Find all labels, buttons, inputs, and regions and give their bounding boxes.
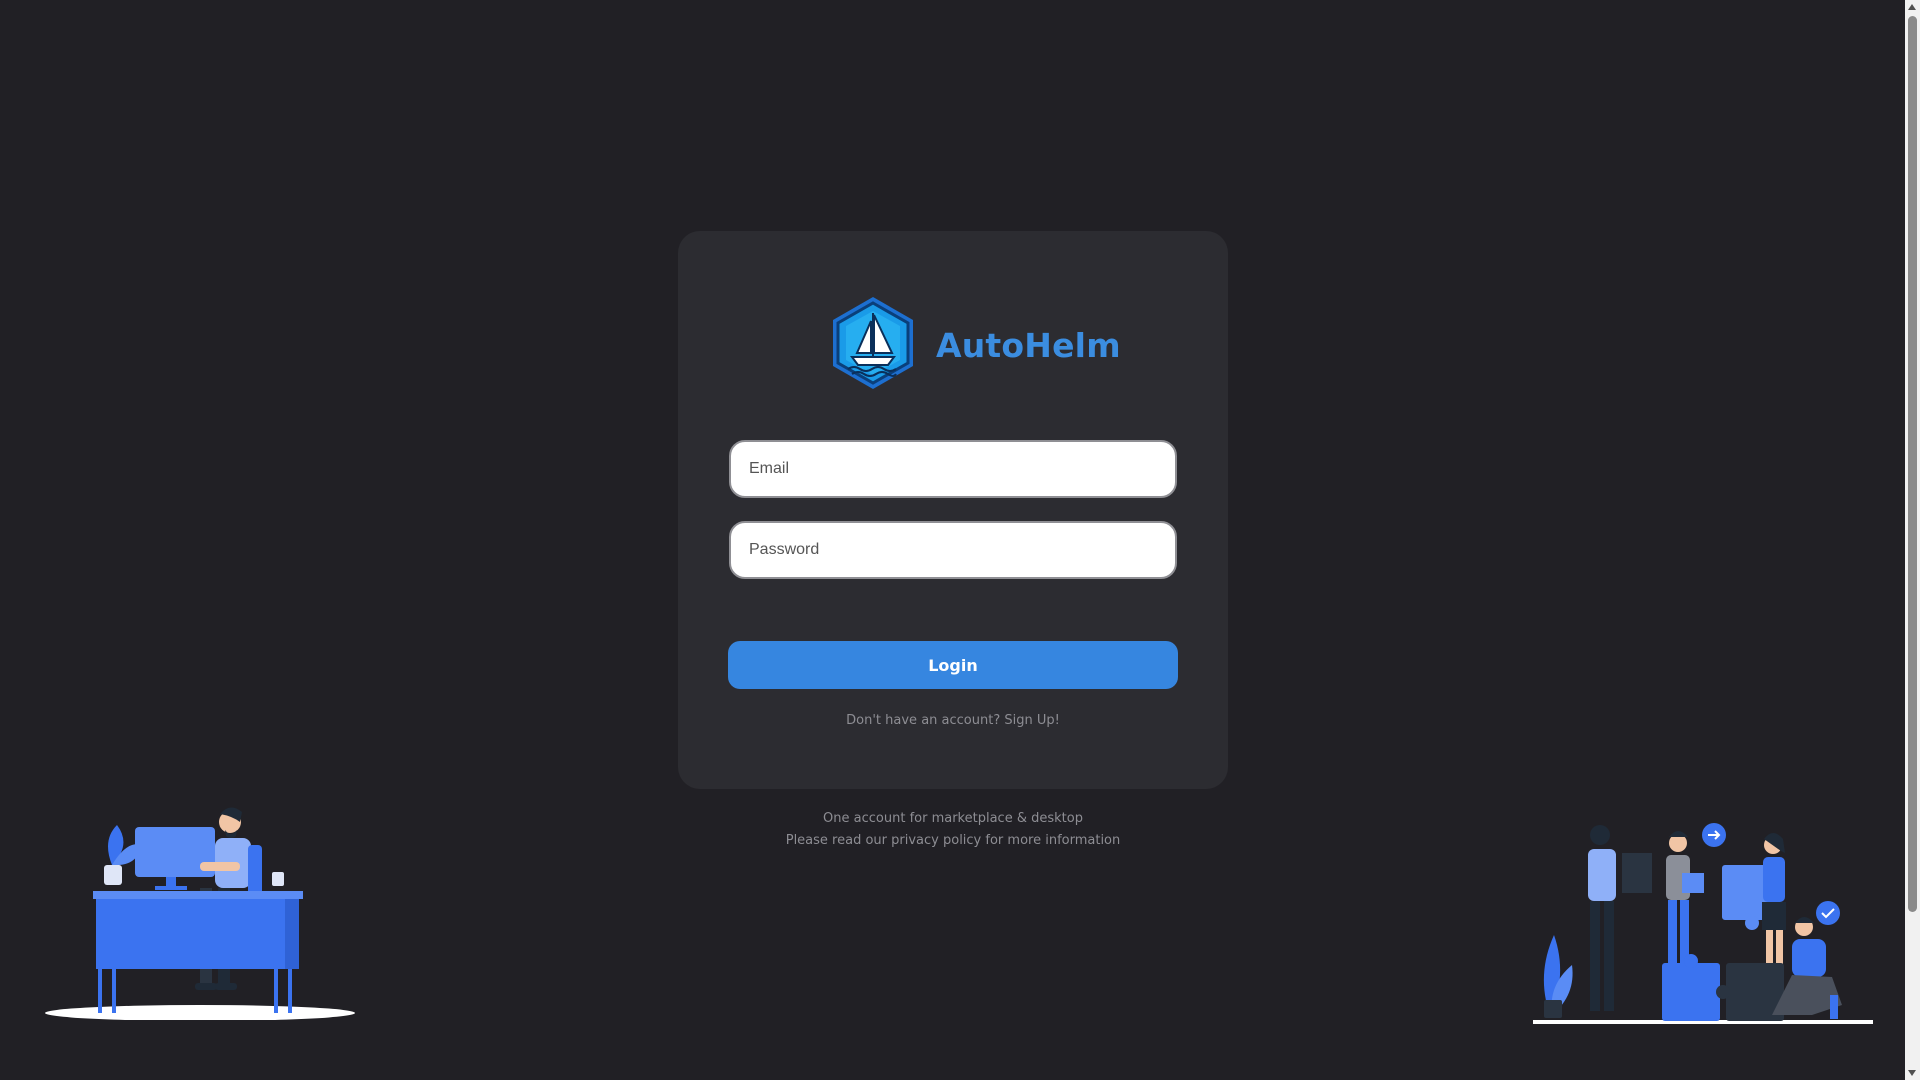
footer-line-2: Please read our privacy policy for more … bbox=[678, 830, 1228, 852]
signup-prompt: Don't have an account? Sign Up! bbox=[678, 713, 1228, 728]
app-name: AutoHelm bbox=[936, 325, 1121, 365]
footer-line-1: One account for marketplace & desktop bbox=[823, 811, 1083, 826]
footer-text-after: for more information bbox=[985, 833, 1121, 848]
login-button[interactable]: Login bbox=[728, 641, 1178, 689]
signup-link[interactable]: Sign Up! bbox=[1004, 713, 1059, 728]
email-input[interactable] bbox=[729, 440, 1177, 498]
scroll-up-arrow-icon[interactable] bbox=[1908, 4, 1916, 10]
vertical-scrollbar[interactable] bbox=[1905, 0, 1920, 1080]
login-card: AutoHelm Login Don't have an account? Si… bbox=[678, 231, 1228, 789]
team-puzzle-illustration bbox=[1530, 815, 1880, 1035]
brand: AutoHelm bbox=[830, 295, 1121, 395]
privacy-policy-link[interactable]: privacy policy bbox=[891, 833, 981, 848]
scrollbar-thumb[interactable] bbox=[1908, 16, 1917, 912]
password-input[interactable] bbox=[729, 521, 1177, 579]
sailboat-hexagon-icon bbox=[830, 295, 916, 395]
footer-text-before: Please read our bbox=[785, 833, 887, 848]
office-desk-illustration bbox=[40, 800, 360, 1021]
signup-prompt-text: Don't have an account? bbox=[846, 713, 1001, 728]
scroll-down-arrow-icon[interactable] bbox=[1908, 1070, 1916, 1076]
